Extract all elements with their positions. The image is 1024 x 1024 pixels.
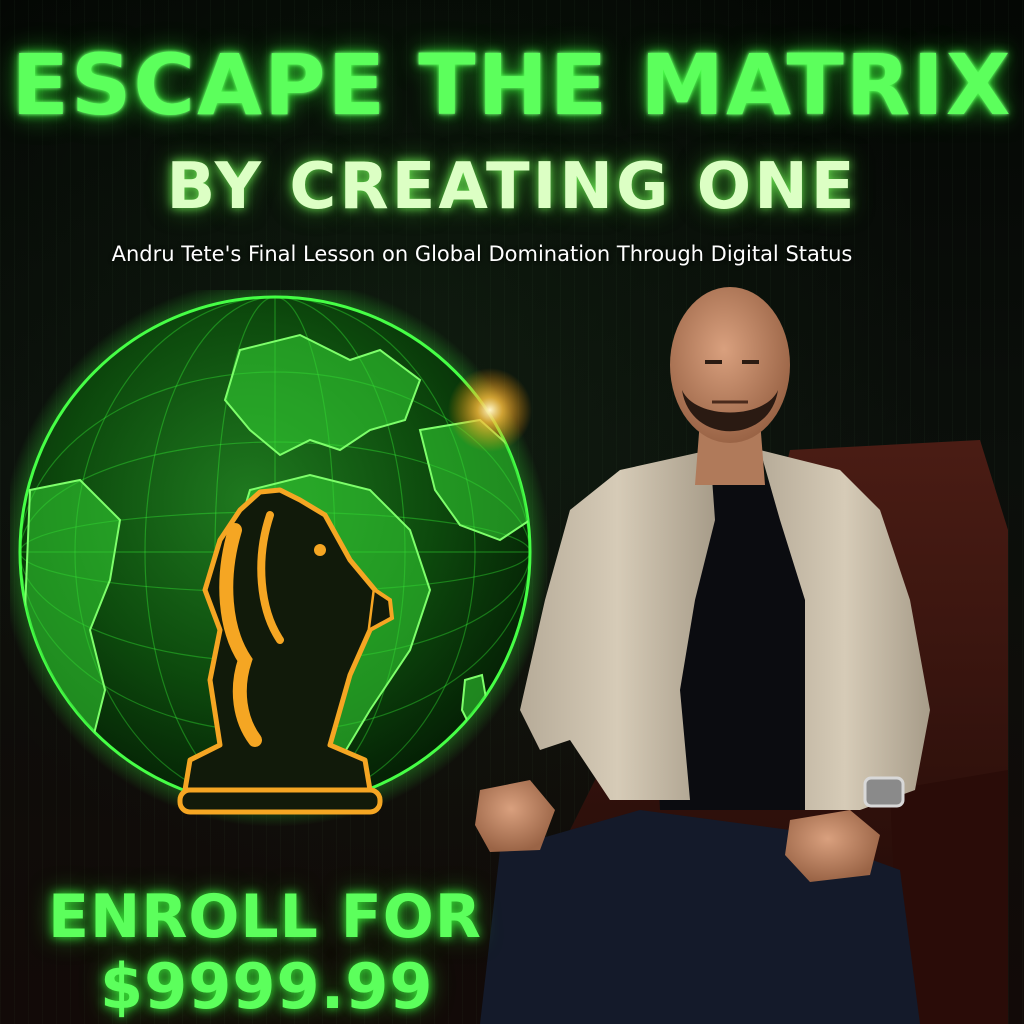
subtitle: Andru Tete's Final Lesson on Global Domi… xyxy=(111,242,853,266)
left-hand xyxy=(475,780,555,852)
headline-line-2: BY CREATING ONE xyxy=(166,150,858,224)
cta-enroll-label: ENROLL FOR xyxy=(48,882,482,952)
headline-line-1: ESCAPE THE MATRIX xyxy=(11,36,1013,134)
wristwatch xyxy=(863,776,905,808)
seated-man-portrait xyxy=(475,287,1008,1024)
cta-price: $9999.99 xyxy=(100,950,434,1023)
course-poster: ESCAPE THE MATRIX BY CREATING ONE Andru … xyxy=(0,0,1024,1024)
